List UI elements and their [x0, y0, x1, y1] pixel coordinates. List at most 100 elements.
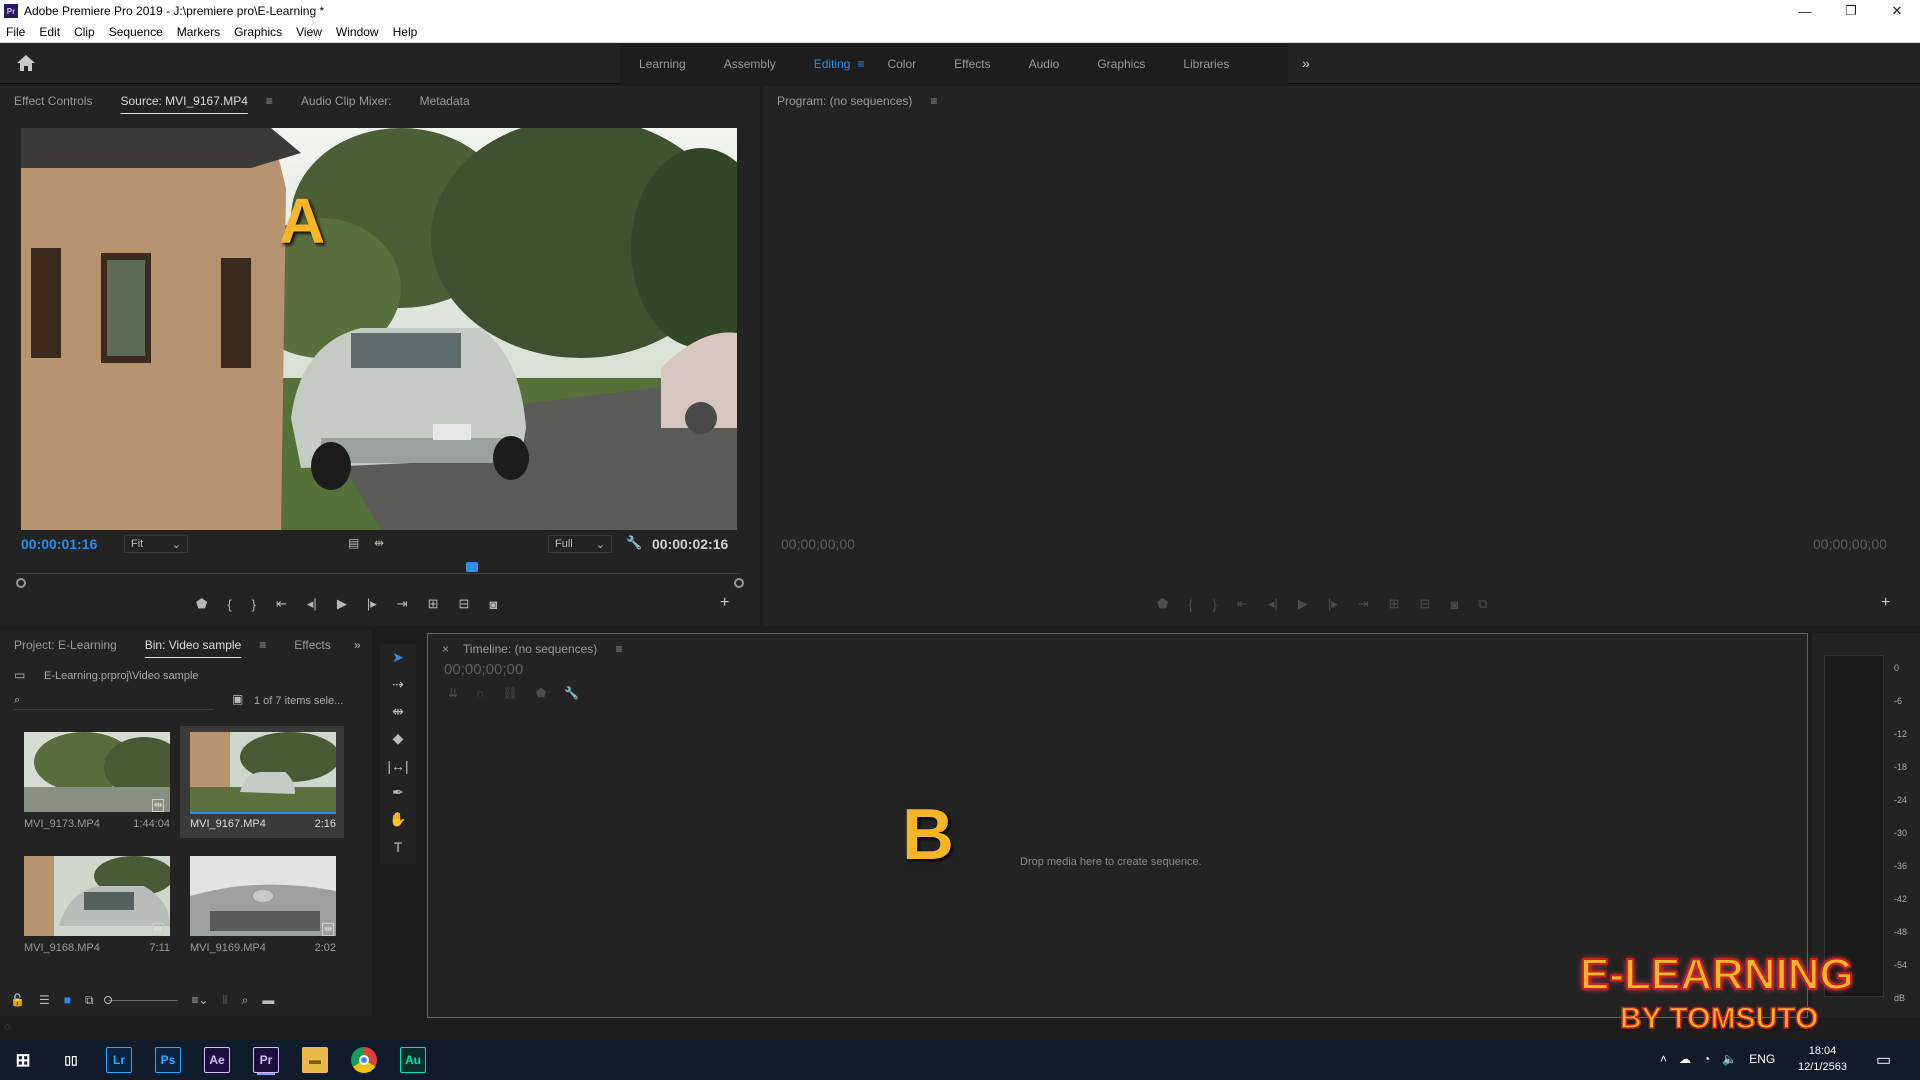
- workspace-color[interactable]: Color: [868, 57, 935, 71]
- find-icon[interactable]: ⌕: [242, 993, 249, 1008]
- add-marker-icon[interactable]: ⬟: [536, 686, 546, 700]
- workspace-assembly[interactable]: Assembly: [705, 57, 795, 71]
- workspace-learning[interactable]: Learning: [620, 57, 705, 71]
- insert-icon[interactable]: ⊞: [428, 596, 439, 612]
- tab-effect-controls[interactable]: Effect Controls: [0, 94, 106, 108]
- notifications-icon[interactable]: ▭: [1876, 1050, 1891, 1070]
- tab-effects[interactable]: Effects: [280, 638, 344, 652]
- mark-in-icon[interactable]: {: [227, 597, 231, 612]
- zoom-slider-thumb[interactable]: [103, 995, 112, 1004]
- menu-edit[interactable]: Edit: [39, 25, 60, 39]
- menu-graphics[interactable]: Graphics: [234, 25, 282, 39]
- lightroom-icon[interactable]: Lr: [106, 1047, 132, 1073]
- home-icon[interactable]: [16, 54, 36, 72]
- wrench-icon[interactable]: 🔧: [564, 686, 579, 700]
- premiere-taskbar-icon[interactable]: Pr: [253, 1047, 279, 1073]
- network-icon[interactable]: ◔: [1703, 1052, 1710, 1066]
- source-time-ruler[interactable]: [16, 556, 740, 574]
- menu-window[interactable]: Window: [336, 25, 379, 39]
- close-button[interactable]: ✕: [1874, 0, 1920, 22]
- track-select-tool-icon[interactable]: ⇢: [380, 671, 416, 698]
- panel-menu-icon[interactable]: ≡: [601, 642, 636, 656]
- program-current-timecode[interactable]: 00;00;00;00: [781, 536, 855, 552]
- razor-tool-icon[interactable]: ◆: [380, 725, 416, 752]
- step-forward-icon[interactable]: |▸: [1328, 596, 1338, 612]
- workspace-audio[interactable]: Audio: [1010, 57, 1079, 71]
- search-input[interactable]: ⌕: [14, 692, 214, 710]
- snap-icon[interactable]: ∩: [476, 686, 485, 700]
- sort-icon[interactable]: ≡⌄: [192, 993, 209, 1007]
- compare-icon[interactable]: ⧉: [1478, 596, 1487, 612]
- step-back-icon[interactable]: ◂|: [1268, 596, 1278, 612]
- task-view-icon[interactable]: ▯▯: [58, 1047, 84, 1073]
- mark-in-icon[interactable]: {: [1188, 597, 1192, 612]
- icon-view-icon[interactable]: ■: [64, 993, 71, 1007]
- timeline-close-icon[interactable]: ×: [428, 642, 449, 656]
- pen-tool-icon[interactable]: ✒: [380, 779, 416, 806]
- tray-overflow-icon[interactable]: ˄: [1660, 1052, 1667, 1066]
- play-icon[interactable]: ▶: [337, 596, 347, 612]
- workspace-graphics[interactable]: Graphics: [1078, 57, 1164, 71]
- mark-out-icon[interactable]: }: [1213, 597, 1217, 612]
- menu-help[interactable]: Help: [393, 25, 418, 39]
- panel-menu-icon[interactable]: ≡: [916, 94, 951, 108]
- tab-bin[interactable]: Bin: Video sample: [131, 638, 256, 652]
- language-indicator[interactable]: ENG: [1749, 1052, 1775, 1066]
- ripple-edit-tool-icon[interactable]: ⇹: [380, 698, 416, 725]
- out-point-handle[interactable]: [734, 578, 744, 588]
- go-to-in-icon[interactable]: ⇤: [1237, 596, 1248, 612]
- clip-item[interactable]: ⇹ MVI_9173.MP4 1:44:04: [14, 726, 174, 838]
- panel-menu-icon[interactable]: ≡: [245, 638, 280, 652]
- add-marker-icon[interactable]: ⬟: [1157, 596, 1168, 612]
- export-frame-icon[interactable]: ◙: [1450, 597, 1458, 612]
- automate-icon[interactable]: ⫴: [223, 993, 228, 1008]
- zoom-slider[interactable]: [103, 995, 178, 1004]
- nest-icon[interactable]: ⇊: [448, 686, 458, 700]
- overwrite-icon[interactable]: ⊟: [459, 596, 470, 612]
- menu-markers[interactable]: Markers: [177, 25, 220, 39]
- workspace-libraries[interactable]: Libraries: [1164, 57, 1248, 71]
- after-effects-icon[interactable]: Ae: [204, 1047, 230, 1073]
- panel-menu-icon[interactable]: ≡: [252, 94, 287, 108]
- in-point-handle[interactable]: [16, 578, 26, 588]
- timeline-timecode[interactable]: 00;00;00;00: [444, 661, 523, 678]
- play-icon[interactable]: ▶: [1298, 596, 1308, 612]
- tab-source[interactable]: Source: MVI_9167.MP4: [106, 94, 261, 108]
- chrome-icon[interactable]: [351, 1047, 377, 1073]
- type-tool-icon[interactable]: T: [380, 833, 416, 860]
- hand-tool-icon[interactable]: ✋: [380, 806, 416, 833]
- clock[interactable]: 18:04 12/1/2563: [1798, 1043, 1847, 1075]
- export-frame-icon[interactable]: ◙: [489, 597, 497, 612]
- lift-icon[interactable]: ⊞: [1389, 596, 1400, 612]
- tab-audio-clip-mixer[interactable]: Audio Clip Mixer:: [287, 94, 406, 108]
- list-view-icon[interactable]: ☰: [39, 993, 50, 1007]
- clip-item[interactable]: ⇹ MVI_9168.MP4 7:11: [14, 850, 174, 962]
- audition-icon[interactable]: Au: [400, 1047, 426, 1073]
- go-to-out-icon[interactable]: ⇥: [397, 596, 408, 612]
- linked-selection-icon[interactable]: ⛓: [503, 686, 518, 700]
- selection-tool-icon[interactable]: ➤: [380, 644, 416, 671]
- panel-overflow-icon[interactable]: »: [354, 638, 361, 652]
- go-to-in-icon[interactable]: ⇤: [276, 596, 287, 612]
- step-back-icon[interactable]: ◂|: [307, 596, 317, 612]
- extract-icon[interactable]: ⊟: [1420, 596, 1431, 612]
- add-marker-icon[interactable]: ⬟: [196, 596, 207, 612]
- workspace-effects[interactable]: Effects: [935, 57, 1009, 71]
- menu-view[interactable]: View: [296, 25, 322, 39]
- new-bin-icon[interactable]: ▬: [262, 993, 274, 1007]
- step-forward-icon[interactable]: |▸: [367, 596, 377, 612]
- windows-start-icon[interactable]: ⊞: [10, 1047, 36, 1073]
- file-explorer-icon[interactable]: ▬: [302, 1047, 328, 1073]
- wrench-icon[interactable]: 🔧: [626, 535, 642, 551]
- freeform-view-icon[interactable]: ⧉: [85, 993, 94, 1008]
- tab-timeline[interactable]: Timeline: (no sequences): [449, 642, 611, 656]
- settings-icon[interactable]: ▤: [348, 536, 359, 550]
- menu-clip[interactable]: Clip: [74, 25, 95, 39]
- zoom-dropdown[interactable]: Fit ⌄: [124, 535, 188, 553]
- go-to-out-icon[interactable]: ⇥: [1358, 596, 1369, 612]
- tab-program[interactable]: Program: (no sequences): [763, 94, 926, 108]
- source-current-timecode[interactable]: 00:00:01:16: [21, 536, 97, 552]
- volume-icon[interactable]: 🔈: [1722, 1052, 1737, 1066]
- drag-video-icon[interactable]: ⇹: [374, 536, 384, 550]
- minimize-button[interactable]: —: [1782, 0, 1828, 22]
